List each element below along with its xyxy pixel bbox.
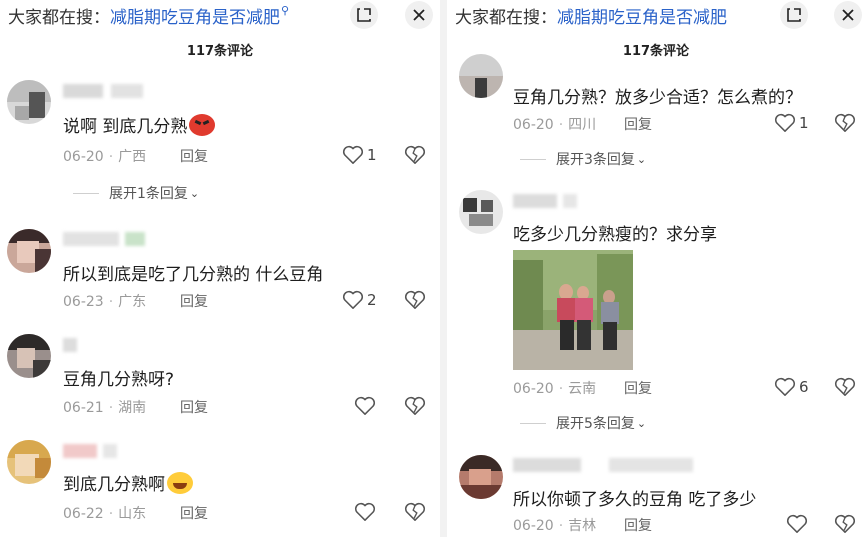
like-count: 2 [367, 291, 377, 309]
username-blurred[interactable] [63, 444, 123, 458]
angry-face-icon [189, 114, 216, 136]
reply-button[interactable]: 回复 [624, 114, 652, 134]
search-prefix-label: 大家都在搜： [8, 7, 110, 28]
comment-text: 豆角几分熟？放多少合适？怎么煮的？ [513, 88, 802, 108]
expand-replies-label: 展开5条回复 [556, 416, 635, 432]
search-suggestion-link[interactable]: 减脂期吃豆角是否减肥 [557, 3, 727, 28]
heart-icon[interactable] [774, 113, 796, 133]
expand-replies-button[interactable]: 展开1条回复 ⌄ [73, 183, 199, 203]
reply-button[interactable]: 回复 [624, 378, 652, 398]
expand-replies-button[interactable]: 展开5条回复 ⌄ [520, 413, 646, 433]
reply-button[interactable]: 回复 [180, 146, 208, 166]
dislike-heart-icon[interactable] [404, 290, 426, 310]
search-icon: ⚲ [281, 3, 290, 17]
heart-icon[interactable] [354, 396, 376, 416]
pip-icon [357, 8, 371, 22]
comment-date: 06-20 [63, 149, 104, 165]
comment-meta: 06-22 · 山东 [63, 506, 147, 522]
comment-date: 06-20 [513, 381, 554, 397]
comment-date: 06-20 [513, 117, 554, 133]
comment-date: 06-20 [513, 518, 554, 534]
left-comment-panel: 大家都在搜： 减脂期吃豆角是否减肥 ⚲ 117条评论 说啊 到底几分熟 06-2… [0, 0, 440, 537]
comment-text: 到底几分熟啊 [63, 470, 193, 495]
reply-button[interactable]: 回复 [180, 503, 208, 523]
comment-meta: 06-20 · 广西 [63, 149, 147, 165]
comment-count-title: 117条评论 [622, 44, 690, 59]
search-prefix-label: 大家都在搜： [455, 7, 557, 28]
chevron-down-icon: ⌄ [636, 152, 647, 166]
pip-button[interactable] [780, 1, 808, 29]
comment-date: 06-23 [63, 294, 104, 310]
expand-replies-label: 展开1条回复 [109, 186, 188, 202]
dislike-heart-icon[interactable] [834, 377, 856, 397]
comment-text: 吃多少几分熟瘦的？求分享 [513, 225, 717, 245]
heart-icon[interactable] [354, 502, 376, 522]
comment-date: 06-21 [63, 400, 104, 416]
avatar[interactable] [459, 54, 503, 98]
comment-meta: 06-20 · 吉林 [513, 518, 597, 534]
search-suggestion-link[interactable]: 减脂期吃豆角是否减肥 [110, 3, 280, 28]
right-comment-panel: 大家都在搜： 减脂期吃豆角是否减肥 117条评论 豆角几分熟？放多少合适？怎么煮… [447, 0, 865, 537]
avatar[interactable] [459, 190, 503, 234]
comment-location: 广西 [118, 149, 147, 165]
comment-text: 所以到底是吃了几分熟的 什么豆角 [63, 265, 324, 285]
username-blurred[interactable] [63, 84, 153, 98]
comment-meta: 06-21 · 湖南 [63, 400, 147, 416]
heart-icon[interactable] [774, 377, 796, 397]
comment-location: 广东 [118, 294, 147, 310]
avatar[interactable] [7, 80, 51, 124]
username-blurred[interactable] [513, 458, 693, 472]
chevron-down-icon: ⌄ [189, 186, 200, 200]
username-blurred[interactable] [63, 232, 153, 246]
comment-text: 所以你顿了多久的豆角 吃了多少 [513, 490, 757, 510]
username-blurred[interactable] [513, 194, 583, 208]
avatar[interactable] [7, 440, 51, 484]
comment-location: 湖南 [118, 400, 147, 416]
dislike-heart-icon[interactable] [834, 514, 856, 534]
heart-icon[interactable] [786, 514, 808, 534]
comment-location: 四川 [568, 117, 597, 133]
comment-text: 豆角几分熟呀? [63, 370, 175, 390]
reply-button[interactable]: 回复 [624, 515, 652, 535]
comment-location: 吉林 [568, 518, 597, 534]
dislike-heart-icon[interactable] [404, 396, 426, 416]
comment-meta: 06-20 · 云南 [513, 381, 597, 397]
close-button[interactable] [834, 1, 862, 29]
expand-replies-button[interactable]: 展开3条回复 ⌄ [520, 149, 646, 169]
dislike-heart-icon[interactable] [404, 145, 426, 165]
comment-count-title: 117条评论 [186, 44, 254, 59]
avatar[interactable] [7, 229, 51, 273]
heart-icon[interactable] [342, 290, 364, 310]
like-count: 6 [799, 378, 809, 396]
comment-location: 山东 [118, 506, 147, 522]
comment-text: 说啊 到底几分熟 [63, 112, 216, 137]
like-count: 1 [799, 114, 809, 132]
pip-button[interactable] [350, 1, 378, 29]
avatar[interactable] [7, 334, 51, 378]
reply-button[interactable]: 回复 [180, 291, 208, 311]
panel-divider [440, 0, 447, 537]
reply-button[interactable]: 回复 [180, 397, 208, 417]
avatar[interactable] [459, 455, 503, 499]
expand-replies-label: 展开3条回复 [556, 152, 635, 168]
close-icon [842, 9, 854, 21]
chevron-down-icon: ⌄ [636, 416, 647, 430]
comment-location: 云南 [568, 381, 597, 397]
dislike-heart-icon[interactable] [404, 502, 426, 522]
like-count: 1 [367, 146, 377, 164]
username-blurred[interactable] [63, 338, 83, 352]
laughing-tears-face-icon [167, 472, 193, 494]
comment-meta: 06-20 · 四川 [513, 117, 597, 133]
close-button[interactable] [405, 1, 433, 29]
pip-icon [787, 8, 801, 22]
close-icon [413, 9, 425, 21]
dislike-heart-icon[interactable] [834, 113, 856, 133]
comment-meta: 06-23 · 广东 [63, 294, 147, 310]
comment-date: 06-22 [63, 506, 104, 522]
comment-photo[interactable] [513, 250, 633, 370]
heart-icon[interactable] [342, 145, 364, 165]
